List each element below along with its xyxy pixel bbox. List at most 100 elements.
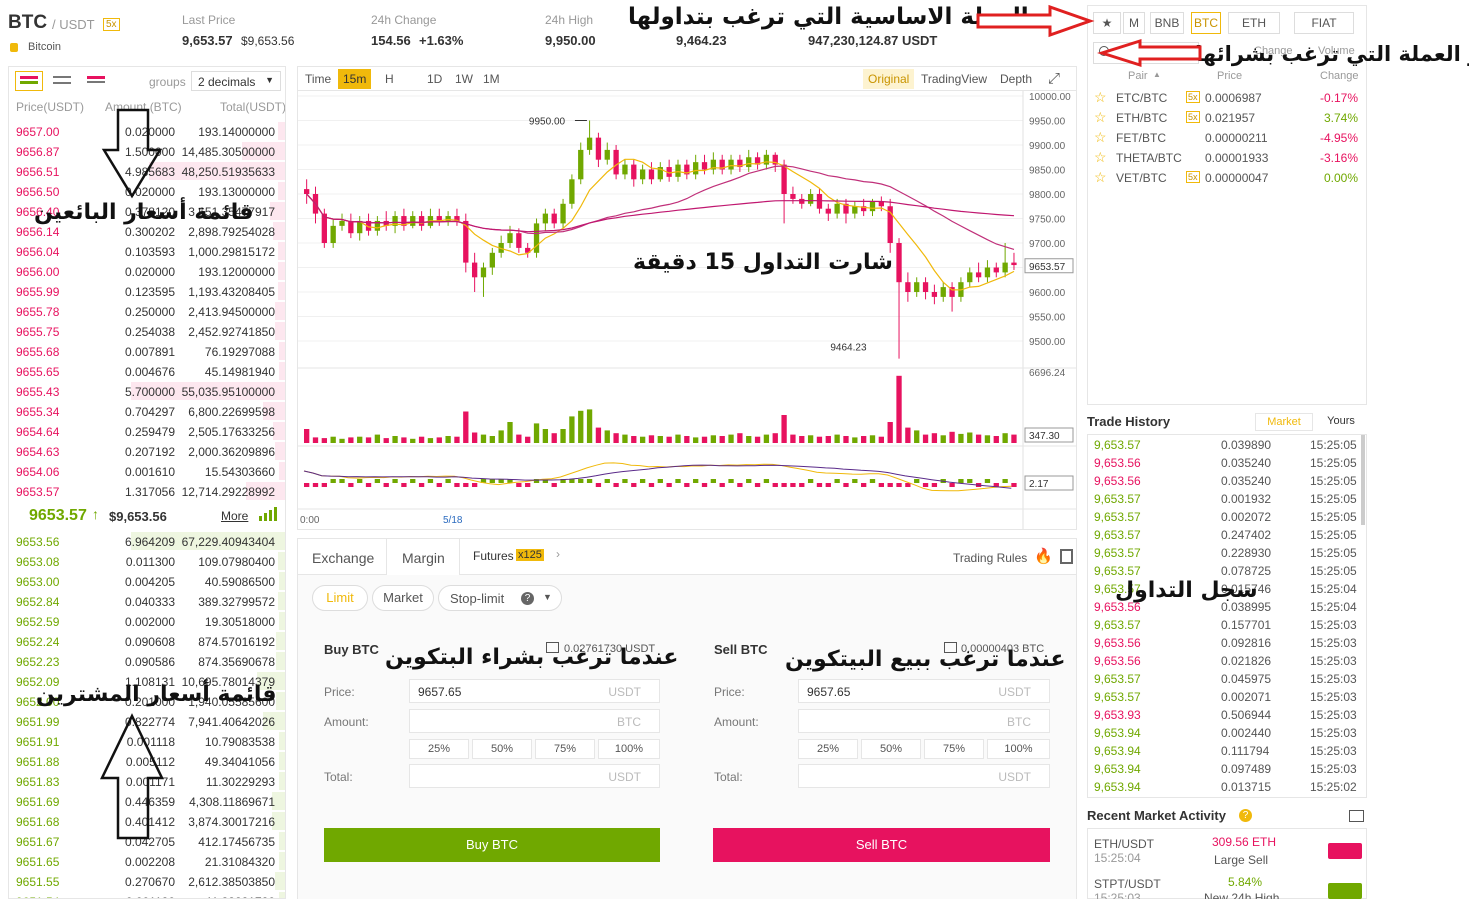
- interval-time[interactable]: Time: [300, 69, 336, 89]
- bid-row[interactable]: 9652.84 0.040333 389.32799572: [9, 591, 285, 611]
- sell-button[interactable]: Sell BTC: [713, 828, 1050, 862]
- tab-fiat[interactable]: FIAT: [1294, 12, 1354, 34]
- sell-pct-100[interactable]: 100%: [987, 739, 1050, 759]
- star-outline-icon[interactable]: ☆: [1094, 89, 1107, 106]
- ask-row[interactable]: 9656.04 0.103593 1,000.29815172: [9, 241, 285, 261]
- ask-row[interactable]: 9655.78 0.250000 2,413.94500000: [9, 301, 285, 321]
- bid-row[interactable]: 9653.56 6.964209 67,229.40943404: [9, 531, 285, 551]
- decimals-select[interactable]: 2 decimals ▼: [191, 71, 281, 91]
- trading-rules-link[interactable]: Trading Rules: [953, 551, 1027, 565]
- ask-row[interactable]: 9656.51 4.985683 48,250.51935633: [9, 161, 285, 181]
- buy-button[interactable]: Buy BTC: [324, 828, 660, 862]
- sell-amount-input[interactable]: BTC: [798, 709, 1050, 733]
- bid-row[interactable]: 9651.54 0.001180 11.38881720: [9, 891, 285, 898]
- bid-row[interactable]: 9651.67 0.042705 412.17456735: [9, 831, 285, 851]
- ask-row[interactable]: 9656.00 0.020000 193.12000000: [9, 261, 285, 281]
- bid-row[interactable]: 9651.68 0.401412 3,874.30017216: [9, 811, 285, 831]
- star-outline-icon[interactable]: ☆: [1094, 169, 1107, 186]
- bid-row[interactable]: 9651.83 0.001171 11.30229293: [9, 771, 285, 791]
- ask-row[interactable]: 9656.87 1.500000 14,485.30500000: [9, 141, 285, 161]
- buy-pct-25[interactable]: 25%: [409, 739, 469, 759]
- view-tradingview[interactable]: TradingView: [916, 69, 992, 89]
- bid-row[interactable]: 9651.99 0.822774 7,941.40642026: [9, 711, 285, 731]
- bid-row[interactable]: 9653.00 0.004205 40.59086500: [9, 571, 285, 591]
- more-link[interactable]: More: [221, 509, 248, 523]
- book-asks-icon[interactable]: [83, 71, 111, 91]
- bid-row[interactable]: 9651.88 0.005112 49.34041056: [9, 751, 285, 771]
- buy-pct-75[interactable]: 75%: [535, 739, 595, 759]
- ask-row[interactable]: 9655.43 5.700000 55,035.95100000: [9, 381, 285, 401]
- bid-row[interactable]: 9653.08 0.011300 109.07980400: [9, 551, 285, 571]
- pair-row[interactable]: ☆ ETC/BTC 5x 0.0006987 -0.17%: [1088, 88, 1366, 108]
- ask-row[interactable]: 9656.50 0.020000 193.13000000: [9, 181, 285, 201]
- tab-margin-pairs[interactable]: M: [1123, 12, 1145, 34]
- bid-row[interactable]: 9651.65 0.002208 21.31084320: [9, 851, 285, 871]
- sell-pct-25[interactable]: 25%: [798, 739, 858, 759]
- star-outline-icon[interactable]: ☆: [1094, 129, 1107, 146]
- pair-search-input[interactable]: ET: [1093, 42, 1199, 64]
- ask-row[interactable]: 9654.63 0.207192 2,000.36209896: [9, 441, 285, 461]
- pair-row[interactable]: ☆ THETA/BTC 0.00001933 -3.16%: [1088, 148, 1366, 168]
- interval-1m[interactable]: 1M: [478, 69, 505, 89]
- ask-row[interactable]: 9655.65 0.004676 45.14981940: [9, 361, 285, 381]
- order-type-market[interactable]: Market: [372, 585, 434, 611]
- buy-pct-100[interactable]: 100%: [598, 739, 660, 759]
- tab-bnb[interactable]: BNB: [1150, 12, 1184, 34]
- interval-15m[interactable]: 15m: [338, 69, 372, 89]
- ask-row[interactable]: 9655.68 0.007891 76.19297088: [9, 341, 285, 361]
- tab-margin[interactable]: Margin: [386, 539, 460, 575]
- bid-row[interactable]: 9651.55 0.270670 2,612.38503850: [9, 871, 285, 891]
- ask-row[interactable]: 9655.99 0.123595 1,193.43208405: [9, 281, 285, 301]
- col-pair[interactable]: Pair: [1128, 70, 1148, 82]
- buy-price-input[interactable]: 9657.65 USDT: [409, 679, 660, 703]
- tab-futures[interactable]: Futures: [473, 549, 514, 563]
- pair-row[interactable]: ☆ FET/BTC 0.00000211 -4.95%: [1088, 128, 1366, 148]
- ask-row[interactable]: 9655.34 0.704297 6,800.22699598: [9, 401, 285, 421]
- bid-row[interactable]: 9652.23 0.090586 874.35690678: [9, 651, 285, 671]
- buy-pct-50[interactable]: 50%: [472, 739, 532, 759]
- bid-row[interactable]: 9651.69 0.446359 4,308.11869671: [9, 791, 285, 811]
- fullscreen-icon[interactable]: ⤢: [1048, 70, 1060, 87]
- calculator-icon[interactable]: [1060, 549, 1073, 564]
- order-type-stop-limit[interactable]: Stop-limit ? ▼: [438, 585, 562, 611]
- view-depth[interactable]: Depth: [995, 69, 1037, 89]
- tab-eth[interactable]: ETH: [1228, 12, 1280, 34]
- candle-body: [816, 194, 823, 209]
- ask-row[interactable]: 9653.57 1.317056 12,714.29228992: [9, 481, 285, 501]
- ask-row[interactable]: 9654.64 0.259479 2,505.17633256: [9, 421, 285, 441]
- pair-row[interactable]: ☆ VET/BTC 5x 0.00000047 0.00%: [1088, 168, 1366, 188]
- collapse-icon[interactable]: [1349, 810, 1364, 822]
- tab-my-trades[interactable]: Yours: [1317, 413, 1365, 431]
- buy-amount-input[interactable]: BTC: [409, 709, 660, 733]
- order-type-limit[interactable]: Limit: [312, 585, 368, 611]
- interval-hour[interactable]: H: [380, 69, 399, 89]
- interval-1d[interactable]: 1D: [422, 69, 447, 89]
- tab-market-trades[interactable]: Market: [1255, 413, 1313, 431]
- order-total: 193.14000000: [198, 125, 275, 139]
- sell-pct-50[interactable]: 50%: [861, 739, 921, 759]
- sell-pct-75[interactable]: 75%: [924, 739, 984, 759]
- view-original[interactable]: Original: [863, 69, 915, 89]
- book-bids-icon[interactable]: [49, 71, 77, 91]
- star-outline-icon[interactable]: ☆: [1094, 149, 1107, 166]
- tab-exchange[interactable]: Exchange: [312, 550, 374, 566]
- ask-row[interactable]: 9654.06 0.001610 15.54303660: [9, 461, 285, 481]
- bid-row[interactable]: 9651.91 0.001118 10.79083538: [9, 731, 285, 751]
- pair-row[interactable]: ☆ ETH/BTC 5x 0.021957 3.74%: [1088, 108, 1366, 128]
- help-icon[interactable]: ?: [521, 592, 534, 605]
- ask-row[interactable]: 9655.75 0.254038 2,452.92741850: [9, 321, 285, 341]
- help-icon[interactable]: ?: [1239, 809, 1252, 822]
- favorites-star-icon[interactable]: ★: [1093, 12, 1121, 34]
- scrollbar[interactable]: [1361, 435, 1365, 525]
- star-outline-icon[interactable]: ☆: [1094, 109, 1107, 126]
- sell-price-input[interactable]: 9657.65 USDT: [798, 679, 1050, 703]
- sell-total-input[interactable]: USDT: [798, 764, 1050, 788]
- price-chart[interactable]: Time 15m H 1D 1W 1M Original TradingView…: [297, 66, 1077, 530]
- bid-row[interactable]: 9652.59 0.002000 19.30518000: [9, 611, 285, 631]
- tab-btc[interactable]: BTC: [1191, 12, 1221, 34]
- bid-row[interactable]: 9652.24 0.090608 874.57016192: [9, 631, 285, 651]
- book-both-icon[interactable]: [15, 71, 43, 91]
- buy-total-input[interactable]: USDT: [409, 764, 660, 788]
- interval-1w[interactable]: 1W: [450, 69, 478, 89]
- ask-row[interactable]: 9657.00 0.020000 193.14000000: [9, 121, 285, 141]
